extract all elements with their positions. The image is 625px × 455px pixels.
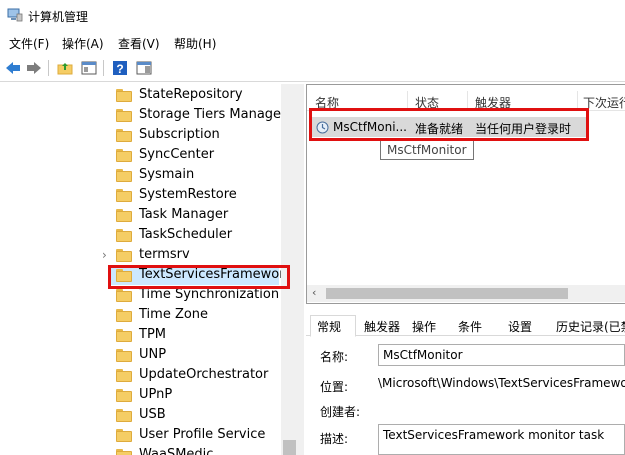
folder-icon [116, 409, 132, 422]
author-label: 创建者: [320, 405, 361, 419]
folder-icon [116, 389, 132, 402]
folder-icon [116, 429, 132, 442]
show-hide-tree-icon[interactable] [79, 58, 99, 78]
menu-help[interactable]: 帮助(H) [174, 35, 216, 52]
menu-view[interactable]: 查看(V) [118, 35, 160, 52]
back-arrow-icon[interactable] [3, 58, 23, 78]
toolbar-separator [48, 60, 49, 76]
pane-splitter[interactable] [298, 84, 304, 455]
tree-item[interactable]: SyncCenter [0, 145, 298, 165]
folder-icon [116, 209, 132, 222]
folder-icon [116, 149, 132, 162]
tree-item-label: UpdateOrchestrator [139, 367, 269, 382]
tree-item-label: UNP [139, 347, 167, 362]
tree-item[interactable]: Storage Tiers Managem [0, 105, 298, 125]
detail-tab-strip: 常规 触发器 操作 条件 设置 历史记录(已禁 [306, 314, 625, 337]
toolbar: ? [0, 54, 625, 82]
folder-icon [116, 109, 132, 122]
window-title: 计算机管理 [28, 10, 89, 24]
folder-icon [116, 129, 132, 142]
tab-triggers[interactable]: 触发器 [364, 316, 400, 336]
tab-settings[interactable]: 设置 [508, 316, 532, 336]
folder-icon [116, 329, 132, 342]
forward-arrow-icon[interactable] [24, 58, 44, 78]
tree-item[interactable]: User Profile Service [0, 425, 298, 445]
help-icon[interactable]: ? [110, 58, 130, 78]
tree-item[interactable]: WaaSMedic [0, 445, 298, 455]
tree-item[interactable]: USB [0, 405, 298, 425]
highlight-box-task-row [309, 108, 589, 141]
tree-item[interactable]: Time Zone [0, 305, 298, 325]
tree-item[interactable]: SystemRestore [0, 185, 298, 205]
svg-text:?: ? [116, 62, 123, 76]
toolbar-separator [103, 60, 104, 76]
location-value: \Microsoft\Windows\TextServicesFramewo [378, 376, 625, 390]
tree-item[interactable]: TaskScheduler [0, 225, 298, 245]
menu-file[interactable]: 文件(F) [9, 35, 49, 52]
tree-item-label: USB [139, 407, 166, 422]
tree-item[interactable]: Subscription [0, 125, 298, 145]
tree-item[interactable]: UpdateOrchestrator [0, 365, 298, 385]
tree-item[interactable]: StateRepository [0, 85, 298, 105]
description-field[interactable]: TextServicesFramework monitor task [378, 424, 625, 455]
folder-icon [116, 169, 132, 182]
name-label: 名称: [320, 350, 349, 364]
tree-item-label: User Profile Service [139, 427, 266, 442]
folder-icon [116, 189, 132, 202]
task-details: 常规 触发器 操作 条件 设置 历史记录(已禁 名称: MsCtfMonitor… [306, 308, 625, 455]
column-header-next-run[interactable]: 下次运行 [583, 94, 625, 111]
tree-item-label: SystemRestore [139, 187, 237, 202]
location-label: 位置: [320, 380, 349, 394]
description-label: 描述: [320, 432, 349, 446]
tree-item-label: Sysmain [139, 167, 195, 182]
task-name-tooltip: MsCtfMonitor [380, 140, 474, 160]
tree-item-label: Time Synchronization [139, 287, 280, 302]
tree-item[interactable]: Sysmain [0, 165, 298, 185]
menu-action[interactable]: 操作(A) [62, 35, 104, 52]
tree-scroll-thumb[interactable] [283, 440, 296, 455]
title-bar: 计算机管理 [0, 0, 625, 32]
tree-item-label: WaaSMedic [139, 447, 214, 455]
tree-item-label: UPnP [139, 387, 173, 402]
computer-management-icon [7, 8, 23, 22]
tab-conditions[interactable]: 条件 [458, 316, 482, 336]
name-field[interactable]: MsCtfMonitor [378, 344, 625, 366]
folder-icon [116, 229, 132, 242]
tree-item-label: TaskScheduler [139, 227, 233, 242]
tab-history[interactable]: 历史记录(已禁 [556, 316, 625, 336]
folder-icon [116, 309, 132, 322]
tree-item[interactable]: Task Manager [0, 205, 298, 225]
tree-item-label: SyncCenter [139, 147, 215, 162]
folder-icon [116, 369, 132, 382]
tab-general[interactable]: 常规 [310, 315, 356, 337]
highlight-box-selected-folder [108, 265, 290, 289]
folder-icon [116, 249, 132, 262]
tree-item-label: StateRepository [139, 87, 243, 102]
up-folder-icon[interactable] [55, 58, 75, 78]
folder-icon [116, 289, 132, 302]
folder-icon [116, 449, 132, 455]
tree-item-label: TPM [139, 327, 166, 342]
tree-item-label: Time Zone [139, 307, 209, 322]
tab-actions[interactable]: 操作 [412, 316, 436, 336]
tree-item-label: Subscription [139, 127, 220, 142]
action-pane-icon[interactable] [134, 58, 154, 78]
tree-item[interactable]: TPM [0, 325, 298, 345]
tree-item[interactable]: UPnP [0, 385, 298, 405]
expand-chevron-icon[interactable]: › [102, 248, 107, 262]
folder-icon [116, 89, 132, 102]
scroll-left-arrow-icon[interactable]: ‹ [312, 286, 316, 299]
tree-item[interactable]: › termsrv [0, 245, 298, 265]
tree-item-label: Task Manager [139, 207, 229, 222]
menu-bar: 文件(F) 操作(A) 查看(V) 帮助(H) [0, 32, 625, 54]
tree-item-label: Storage Tiers Managem [139, 107, 294, 122]
folder-icon [116, 349, 132, 362]
task-list-scroll-thumb[interactable] [326, 288, 568, 299]
tree-item[interactable]: UNP [0, 345, 298, 365]
tree-item-label: termsrv [139, 247, 190, 262]
